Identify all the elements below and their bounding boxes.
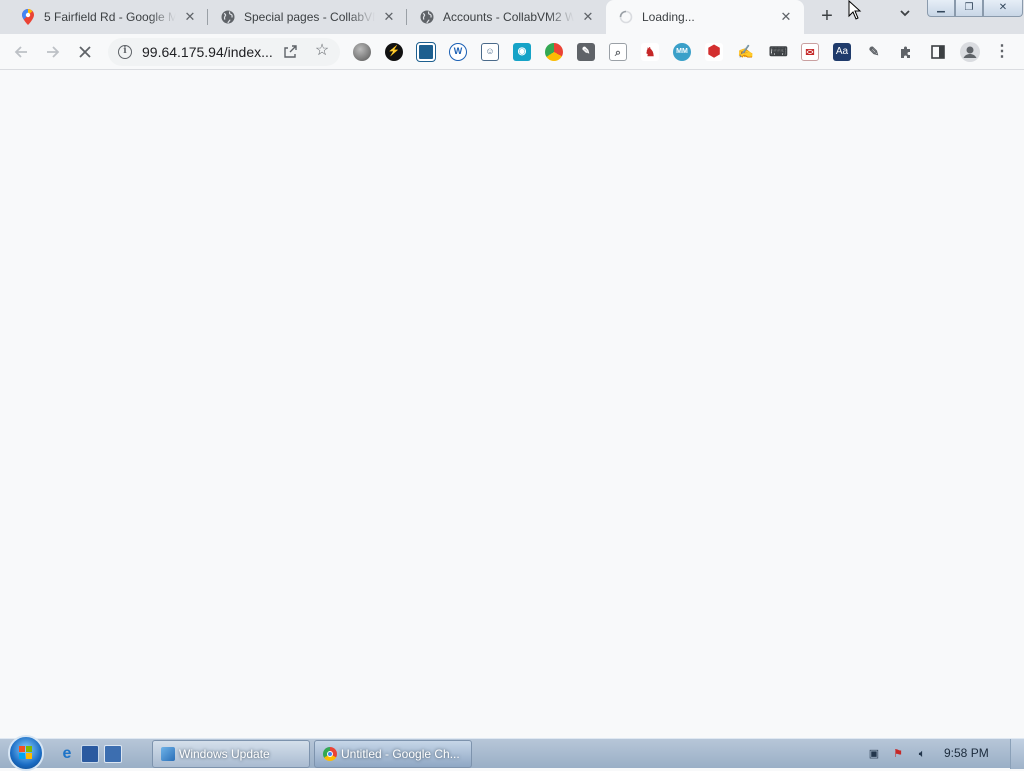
arrow-left-icon bbox=[14, 46, 27, 58]
close-icon[interactable]: ✕ bbox=[580, 9, 596, 25]
chat-face-icon[interactable]: ☺ bbox=[481, 43, 499, 61]
explorer-icon[interactable] bbox=[81, 745, 99, 763]
dictionary-icon[interactable]: Aa bbox=[833, 43, 851, 61]
hexagon-icon[interactable]: ⬢ bbox=[705, 43, 723, 61]
forward-button[interactable] bbox=[41, 40, 65, 64]
chrome-icon bbox=[323, 747, 337, 761]
tab-maps[interactable]: 5 Fairfield Rd - Google Maps ✕ bbox=[0, 0, 208, 34]
page-content bbox=[0, 71, 1024, 738]
stop-loading-button[interactable] bbox=[73, 40, 97, 64]
site-info-icon[interactable]: i bbox=[118, 45, 132, 59]
color-wheel-icon[interactable] bbox=[545, 43, 563, 61]
show-desktop-button[interactable] bbox=[1010, 739, 1024, 769]
tab-special-pages[interactable]: Special pages - CollabVM Wiki ✕ bbox=[208, 0, 407, 34]
camera-icon[interactable]: ◉ bbox=[513, 43, 531, 61]
start-button[interactable] bbox=[8, 735, 44, 771]
side-panel-icon[interactable] bbox=[929, 43, 947, 61]
mail-icon[interactable]: ✉ bbox=[801, 43, 819, 61]
taskbar-item-windows-update[interactable]: Windows Update bbox=[152, 740, 310, 768]
globe-icon bbox=[220, 9, 236, 25]
bookmark-star-icon[interactable]: ☆ bbox=[314, 43, 330, 59]
close-icon[interactable]: ✕ bbox=[182, 9, 198, 25]
chevron-down-icon bbox=[900, 10, 910, 17]
tab-title: Accounts - CollabVM2 Wiki bbox=[443, 10, 574, 24]
signature-icon[interactable]: ✍ bbox=[737, 43, 755, 61]
restore-button[interactable]: ❐ bbox=[955, 0, 983, 17]
minimize-button[interactable]: ▁ bbox=[927, 0, 955, 17]
back-button[interactable] bbox=[9, 40, 33, 64]
mm-badge-icon[interactable]: MM bbox=[673, 43, 691, 61]
mascot-icon[interactable]: ♞ bbox=[641, 43, 659, 61]
blue-square-icon[interactable] bbox=[416, 42, 436, 62]
maps-pin-icon bbox=[20, 9, 36, 25]
keyboard-icon[interactable]: ⌨ bbox=[769, 43, 788, 61]
share-icon[interactable] bbox=[282, 44, 298, 60]
new-tab-button[interactable]: + bbox=[816, 6, 838, 28]
tab-accounts[interactable]: Accounts - CollabVM2 Wiki ✕ bbox=[407, 0, 606, 34]
taskbar-item-label: Windows Update bbox=[179, 747, 270, 761]
taskbar-item-chrome[interactable]: Untitled - Google Ch... bbox=[314, 740, 472, 768]
windows-update-icon bbox=[161, 747, 175, 761]
magnifier-icon[interactable]: ⌕ bbox=[609, 43, 627, 61]
close-window-button[interactable]: ✕ bbox=[983, 0, 1023, 17]
tab-strip: 5 Fairfield Rd - Google Maps ✕ Special p… bbox=[0, 0, 1024, 34]
url-text[interactable]: 99.64.175.94/index... bbox=[142, 44, 272, 60]
taskbar-item-label: Untitled - Google Ch... bbox=[341, 747, 460, 761]
network-icon[interactable]: ▣ bbox=[866, 746, 882, 762]
globe-icon bbox=[419, 9, 435, 25]
arrow-right-icon bbox=[47, 46, 60, 58]
loading-spinner-icon bbox=[618, 9, 634, 25]
browser-toolbar: i 99.64.175.94/index... ☆ ⚡ W ☺ ◉ ✎ ⌕ ♞ … bbox=[0, 34, 1024, 70]
mouse-cursor-icon bbox=[848, 0, 862, 20]
close-icon bbox=[79, 46, 91, 58]
close-icon[interactable]: ✕ bbox=[778, 9, 794, 25]
switch-windows-icon[interactable] bbox=[104, 745, 122, 763]
taskbar: e Windows Update Untitled - Google Ch...… bbox=[0, 735, 1024, 771]
grey-orb-icon[interactable] bbox=[353, 43, 371, 61]
tab-search-button[interactable] bbox=[895, 7, 915, 27]
tab-title: 5 Fairfield Rd - Google Maps bbox=[44, 10, 176, 24]
volume-icon[interactable]: 🔈︎ bbox=[914, 746, 930, 762]
windows-logo-icon bbox=[19, 746, 33, 760]
edit-note-icon[interactable]: ✎ bbox=[865, 43, 883, 61]
kebab-menu-icon[interactable]: ⋮ bbox=[993, 43, 1011, 61]
puzzle-icon[interactable] bbox=[897, 43, 915, 61]
pen-icon[interactable]: ✎ bbox=[577, 43, 595, 61]
close-icon[interactable]: ✕ bbox=[381, 9, 397, 25]
action-center-flag-icon[interactable]: ⚑ bbox=[890, 746, 906, 762]
profile-icon[interactable] bbox=[960, 42, 980, 62]
tab-title: Special pages - CollabVM Wiki bbox=[244, 10, 375, 24]
tab-loading[interactable]: Loading... ✕ bbox=[606, 0, 804, 34]
address-bar[interactable]: i 99.64.175.94/index... ☆ bbox=[108, 38, 340, 66]
tab-title: Loading... bbox=[642, 10, 695, 24]
wiki-w-icon[interactable]: W bbox=[449, 43, 467, 61]
internet-explorer-icon[interactable]: e bbox=[58, 745, 76, 763]
black-bolt-icon[interactable]: ⚡ bbox=[385, 43, 403, 61]
clock[interactable]: 9:58 PM bbox=[944, 746, 989, 760]
window-controls: ▁ ❐ ✕ bbox=[927, 0, 1023, 17]
